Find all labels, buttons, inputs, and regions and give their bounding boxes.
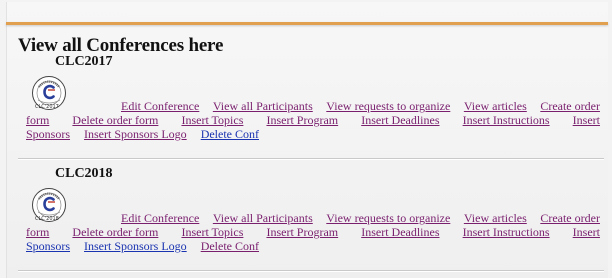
insert-instructions-link[interactable]: Insert Instructions xyxy=(463,225,550,239)
insert-program-link[interactable]: Insert Program xyxy=(266,225,338,239)
insert-sponsors-logo-link[interactable]: Insert Sponsors Logo xyxy=(84,127,187,141)
view-articles-link[interactable]: View articles xyxy=(464,99,527,113)
edit-conference-link[interactable]: Edit Conference xyxy=(121,99,199,113)
create-order-form-link[interactable]: Create order xyxy=(540,211,600,225)
conference-title: CLC2017 xyxy=(55,54,113,69)
view-articles-link[interactable]: View articles xyxy=(464,211,527,225)
insert-sponsors-link-cont[interactable]: Sponsors xyxy=(26,127,70,141)
insert-deadlines-link[interactable]: Insert Deadlines xyxy=(361,113,439,127)
conference-title: CLC2018 xyxy=(55,166,113,181)
create-order-form-link[interactable]: Create order xyxy=(540,99,600,113)
delete-order-form-link[interactable]: Delete order form xyxy=(72,113,158,127)
view-participants-link[interactable]: View all Participants xyxy=(213,211,313,225)
insert-topics-link[interactable]: Insert Topics xyxy=(181,113,243,127)
delete-conf-link[interactable]: Delete Conf xyxy=(201,239,259,253)
header-accent-rule xyxy=(6,22,608,25)
insert-sponsors-logo-link[interactable]: Insert Sponsors Logo xyxy=(84,239,187,253)
edit-conference-link[interactable]: Edit Conference xyxy=(121,211,199,225)
section-divider xyxy=(18,270,604,272)
conference-actions: Edit Conference View all Participants Vi… xyxy=(26,99,600,141)
insert-sponsors-link-cont[interactable]: Sponsors xyxy=(26,239,70,253)
insert-instructions-link[interactable]: Insert Instructions xyxy=(463,113,550,127)
view-participants-link[interactable]: View all Participants xyxy=(213,99,313,113)
delete-order-form-link[interactable]: Delete order form xyxy=(72,225,158,239)
insert-sponsors-link[interactable]: Insert xyxy=(573,113,600,127)
create-order-form-link-cont[interactable]: form xyxy=(26,113,49,127)
insert-deadlines-link[interactable]: Insert Deadlines xyxy=(361,225,439,239)
page-frame: View all Conferences here CLC2017 CLC'20… xyxy=(6,2,608,278)
delete-conf-link[interactable]: Delete Conf xyxy=(201,127,259,141)
section-divider xyxy=(18,158,604,160)
page-title: View all Conferences here xyxy=(18,35,224,56)
insert-topics-link[interactable]: Insert Topics xyxy=(181,225,243,239)
insert-sponsors-link[interactable]: Insert xyxy=(573,225,600,239)
view-requests-link[interactable]: View requests to organize xyxy=(326,99,450,113)
insert-program-link[interactable]: Insert Program xyxy=(266,113,338,127)
conference-actions: Edit Conference View all Participants Vi… xyxy=(26,211,600,253)
view-requests-link[interactable]: View requests to organize xyxy=(326,211,450,225)
create-order-form-link-cont[interactable]: form xyxy=(26,225,49,239)
